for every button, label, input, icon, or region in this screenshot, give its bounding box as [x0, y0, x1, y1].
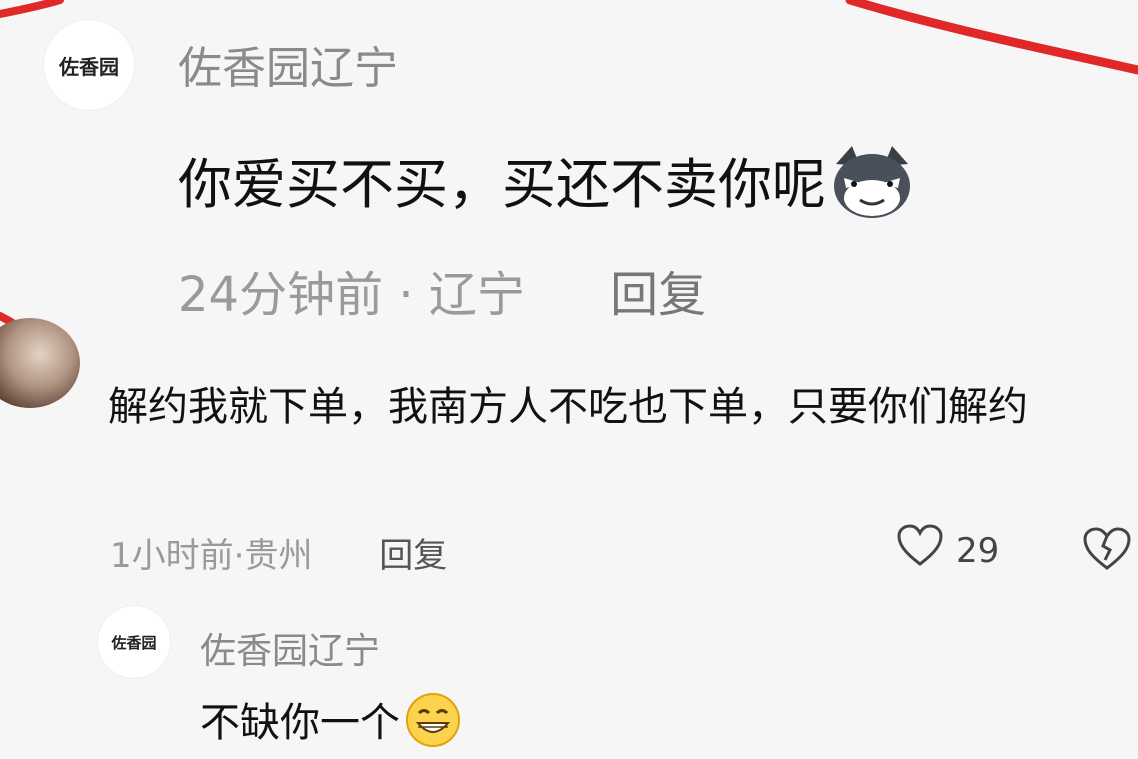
comment-meta: 1小时前·贵州 回复	[110, 528, 447, 577]
separator-dot: ·	[233, 536, 245, 576]
timestamp: 24分钟前	[178, 267, 384, 323]
avatar[interactable]: 佐香园	[44, 20, 134, 110]
heart-icon	[896, 524, 944, 577]
grin-emoji-icon	[404, 691, 462, 759]
avatar-logo-text: 佐香园	[59, 54, 119, 79]
avatar[interactable]	[0, 318, 80, 408]
comment-body: 不缺你一个	[200, 700, 400, 746]
location: 贵州	[244, 536, 313, 576]
broken-heart-icon[interactable]	[1082, 526, 1132, 576]
avatar-logo-text: 佐香园	[111, 633, 157, 652]
username[interactable]: 佐香园辽宁	[178, 32, 398, 96]
reply-button[interactable]: 回复	[610, 267, 706, 323]
reply-button[interactable]: 回复	[379, 536, 447, 576]
location: 辽宁	[428, 267, 525, 323]
comment-meta: 24分钟前 · 辽宁 回复	[178, 255, 706, 325]
comment-text: 你爱买不买，买还不卖你呢	[178, 140, 914, 235]
comment-text: 不缺你一个	[200, 690, 462, 759]
username[interactable]: 佐香园辽宁	[200, 622, 380, 674]
timestamp: 1小时前	[110, 536, 234, 576]
like-button[interactable]: 29	[896, 524, 999, 577]
avatar[interactable]: 佐香园	[98, 606, 170, 678]
smug-cat-emoji-icon	[830, 142, 914, 235]
like-count: 29	[956, 530, 1000, 571]
separator-dot: ·	[398, 267, 414, 323]
comment-body: 你爱买不买，买还不卖你呢	[178, 153, 826, 216]
comment-text: 解约我就下单，我南方人不吃也下单，只要你们解约	[108, 384, 1028, 430]
